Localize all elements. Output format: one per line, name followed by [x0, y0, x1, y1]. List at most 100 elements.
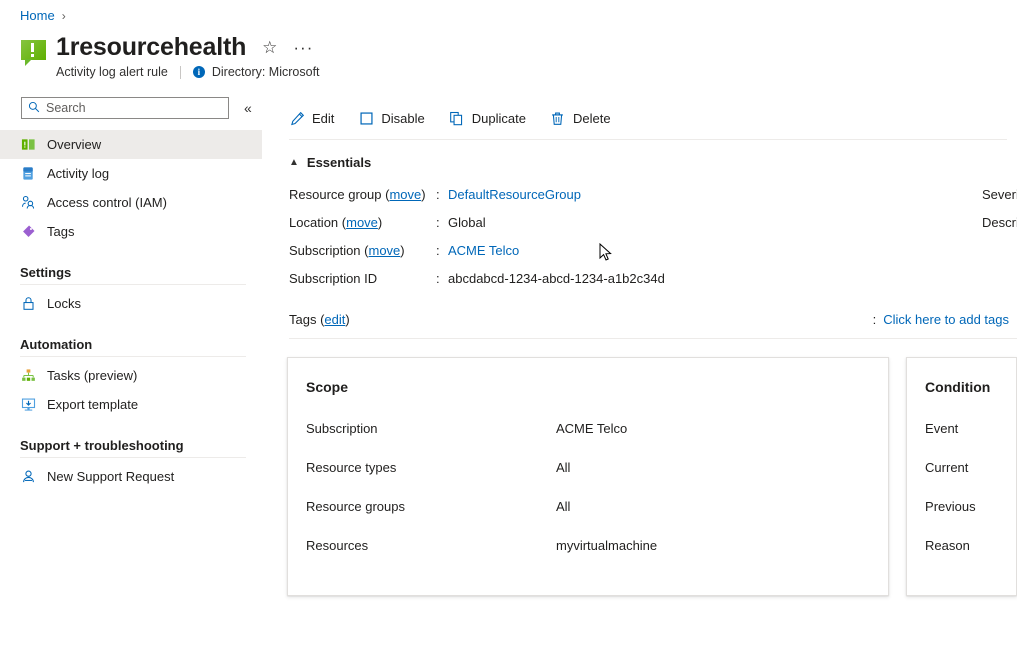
sidebar-item-access-control[interactable]: Access control (IAM): [0, 188, 262, 217]
subscription-link[interactable]: ACME Telco: [448, 243, 519, 258]
cards-container: Scope Subscription ACME Telco Resource t…: [262, 357, 1017, 596]
sidebar-item-label: Tags: [47, 224, 74, 239]
severity-label: Severity: [982, 187, 1017, 202]
condition-row-reason: Reason: [925, 538, 1016, 577]
essentials-right-column: Severity Description: [982, 187, 1017, 243]
sidebar-item-tags[interactable]: Tags: [0, 217, 262, 246]
essentials-divider: [289, 338, 1017, 339]
scope-row-resource-groups: Resource groups All: [306, 499, 888, 538]
move-link[interactable]: move: [346, 215, 378, 230]
sidebar-item-label: New Support Request: [47, 469, 174, 484]
essentials-row-subscription-id: Subscription ID : abcdabcd-1234-abcd-123…: [289, 271, 1017, 299]
sidebar: Overview Activity log Access control (IA…: [0, 130, 262, 491]
tags-row: Tags (edit) : Click here to add tags: [289, 312, 1009, 327]
chevron-double-left-icon[interactable]: «: [244, 100, 252, 116]
condition-key: Reason: [925, 538, 1017, 553]
search-box[interactable]: [21, 97, 229, 119]
ellipsis-icon[interactable]: ···: [293, 39, 313, 56]
move-link[interactable]: move: [369, 243, 401, 258]
chevron-up-icon: ▲: [289, 157, 299, 168]
page-title: 1resourcehealth: [56, 32, 246, 62]
essentials-colon: :: [436, 243, 448, 258]
duplicate-button[interactable]: Duplicate: [449, 110, 526, 126]
sidebar-item-tasks[interactable]: Tasks (preview): [0, 361, 262, 390]
search-input[interactable]: [46, 101, 222, 115]
location-value: Global: [448, 215, 486, 230]
export-template-icon: [20, 397, 36, 413]
copy-icon: [449, 110, 465, 126]
command-bar-divider: [289, 139, 1007, 140]
disable-button-label: Disable: [381, 111, 424, 126]
breadcrumb-separator-icon: ›: [62, 9, 66, 23]
condition-row-previous: Previous: [925, 499, 1016, 538]
main-content: Edit Disable Duplicate Delete ▲ Essentia…: [262, 100, 1017, 650]
condition-key: Current: [925, 460, 1017, 475]
sidebar-item-label: Overview: [47, 137, 101, 152]
page-header: 1resourcehealth ☆ ··· Activity log alert…: [20, 32, 320, 79]
delete-button[interactable]: Delete: [550, 110, 611, 126]
scope-row-subscription: Subscription ACME Telco: [306, 421, 888, 460]
star-icon[interactable]: ☆: [262, 39, 277, 56]
support-request-icon: [20, 469, 36, 485]
trash-icon: [550, 110, 566, 126]
edit-button-label: Edit: [312, 111, 334, 126]
delete-button-label: Delete: [573, 111, 611, 126]
sidebar-item-label: Tasks (preview): [47, 368, 137, 383]
square-outline-icon: [358, 110, 374, 126]
essentials-title: Essentials: [307, 155, 371, 170]
essentials-colon: :: [436, 215, 448, 230]
essentials-colon: :: [436, 271, 448, 286]
add-tags-link[interactable]: Click here to add tags: [883, 312, 1009, 327]
essentials-section: ▲ Essentials Resource group (move) : Def…: [262, 155, 1017, 339]
tags-label-text: Tags: [289, 312, 316, 327]
disable-button[interactable]: Disable: [358, 110, 424, 126]
lock-icon: [20, 296, 36, 312]
tags-icon: [20, 224, 36, 240]
description-label: Description: [982, 215, 1017, 230]
essentials-label-text: Subscription: [289, 243, 361, 258]
sidebar-item-activity-log[interactable]: Activity log: [0, 159, 262, 188]
scope-card: Scope Subscription ACME Telco Resource t…: [287, 357, 889, 596]
sidebar-divider: [20, 356, 246, 357]
essentials-row-resource-group: Resource group (move) : DefaultResourceG…: [289, 187, 1017, 215]
essentials-label: Subscription ID: [289, 271, 436, 286]
condition-row-current: Current: [925, 460, 1016, 499]
essentials-label-text: Resource group: [289, 187, 382, 202]
scope-value: myvirtualmachine: [556, 538, 657, 553]
search-icon: [28, 101, 40, 116]
scope-value: ACME Telco: [556, 421, 627, 436]
breadcrumb: Home ›: [20, 8, 66, 23]
breadcrumb-home-link[interactable]: Home: [20, 8, 55, 23]
condition-card-title: Condition: [925, 379, 1016, 395]
sidebar-section-settings: Settings: [0, 265, 262, 280]
scope-card-title: Scope: [306, 379, 888, 395]
access-control-icon: [20, 195, 36, 211]
move-link[interactable]: move: [389, 187, 421, 202]
sidebar-item-label: Locks: [47, 296, 81, 311]
sidebar-search-area: «: [21, 97, 252, 119]
sidebar-section-automation: Automation: [0, 337, 262, 352]
essentials-row-description: Description: [982, 215, 1017, 243]
edit-button[interactable]: Edit: [289, 110, 334, 126]
scope-row-resources: Resources myvirtualmachine: [306, 538, 888, 577]
overview-icon: [20, 137, 36, 153]
sidebar-item-label: Access control (IAM): [47, 195, 167, 210]
tags-edit-link[interactable]: edit: [324, 312, 345, 327]
sidebar-item-new-support-request[interactable]: New Support Request: [0, 462, 262, 491]
essentials-colon: :: [436, 187, 448, 202]
resource-type-label: Activity log alert rule: [56, 65, 168, 79]
sidebar-divider: [20, 284, 246, 285]
sidebar-divider: [20, 457, 246, 458]
scope-key: Subscription: [306, 421, 556, 436]
condition-key: Previous: [925, 499, 1017, 514]
pencil-icon: [289, 110, 305, 126]
sidebar-item-export-template[interactable]: Export template: [0, 390, 262, 419]
command-bar: Edit Disable Duplicate Delete: [262, 100, 1017, 136]
activity-log-icon: [20, 166, 36, 182]
sidebar-item-overview[interactable]: Overview: [0, 130, 262, 159]
scope-key: Resources: [306, 538, 556, 553]
sidebar-item-locks[interactable]: Locks: [0, 289, 262, 318]
resource-group-link[interactable]: DefaultResourceGroup: [448, 187, 581, 202]
tags-label: Tags (edit): [289, 312, 350, 327]
essentials-toggle[interactable]: ▲ Essentials: [289, 155, 1017, 170]
